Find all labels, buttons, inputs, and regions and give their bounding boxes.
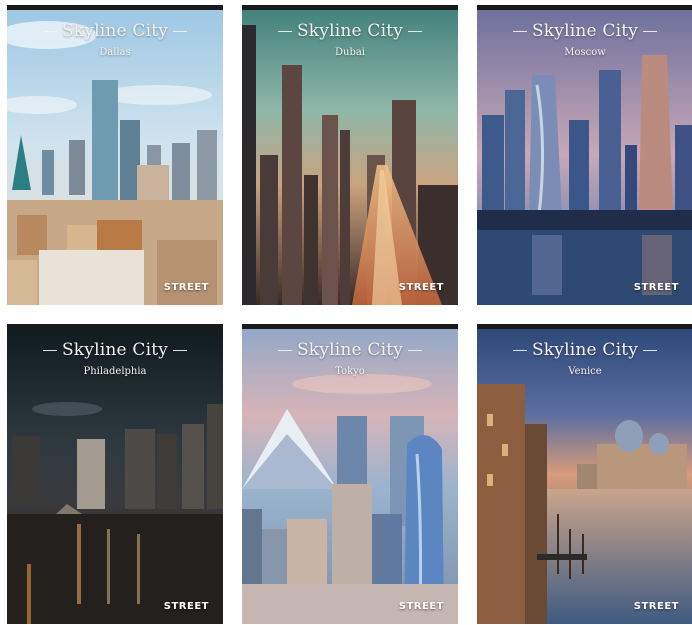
cover-top-edge	[242, 324, 458, 329]
cover-venice: Skyline City Venice STREET	[477, 324, 692, 624]
cover-title-text: Skyline City	[296, 340, 404, 360]
brand-logo: STREET	[398, 282, 444, 293]
ornament-right	[643, 31, 658, 32]
city-name: Tokyo	[335, 366, 365, 377]
cover-top-edge	[477, 5, 692, 10]
ornament-right	[408, 350, 423, 351]
ornament-left	[277, 31, 292, 32]
ornament-left	[512, 350, 527, 351]
cover-dubai: Skyline City Dubai STREET	[242, 5, 458, 305]
cover-title: Skyline City	[7, 340, 223, 360]
brand-logo: STREET	[633, 282, 679, 293]
ornament-left	[42, 31, 57, 32]
ornament-right	[173, 350, 188, 351]
cover-philadelphia: Skyline City Philadelphia STREET	[7, 324, 223, 624]
cover-dallas: Skyline City Dallas STREET	[7, 5, 223, 305]
city-name: Dubai	[334, 47, 366, 58]
cover-title: Skyline City	[242, 21, 458, 41]
brand-logo: STREET	[633, 601, 679, 612]
cover-tokyo: Skyline City Tokyo STREET	[242, 324, 458, 624]
cover-title-text: Skyline City	[61, 340, 169, 360]
cover-title: Skyline City	[7, 21, 223, 41]
cover-title-text: Skyline City	[531, 21, 639, 41]
cover-title: Skyline City	[242, 340, 458, 360]
city-name: Philadelphia	[83, 366, 147, 377]
city-name: Venice	[568, 366, 602, 377]
ornament-right	[408, 31, 423, 32]
cover-title-text: Skyline City	[61, 21, 169, 41]
notebook-cover-grid: Skyline City Dallas STREET Skyline City …	[0, 0, 692, 625]
cover-top-edge	[7, 324, 223, 329]
ornament-left	[512, 31, 527, 32]
cover-top-edge	[242, 5, 458, 10]
city-name: Moscow	[564, 47, 606, 58]
city-name: Dallas	[99, 47, 131, 58]
cover-title: Skyline City	[477, 21, 692, 41]
cover-moscow: Skyline City Moscow STREET	[477, 5, 692, 305]
brand-logo: STREET	[163, 601, 209, 612]
ornament-right	[643, 350, 658, 351]
ornament-left	[42, 350, 57, 351]
cover-top-edge	[7, 5, 223, 10]
brand-logo: STREET	[398, 601, 444, 612]
ornament-right	[173, 31, 188, 32]
cover-title: Skyline City	[477, 340, 692, 360]
cover-title-text: Skyline City	[531, 340, 639, 360]
cover-top-edge	[477, 324, 692, 329]
brand-logo: STREET	[163, 282, 209, 293]
ornament-left	[277, 350, 292, 351]
cover-title-text: Skyline City	[296, 21, 404, 41]
